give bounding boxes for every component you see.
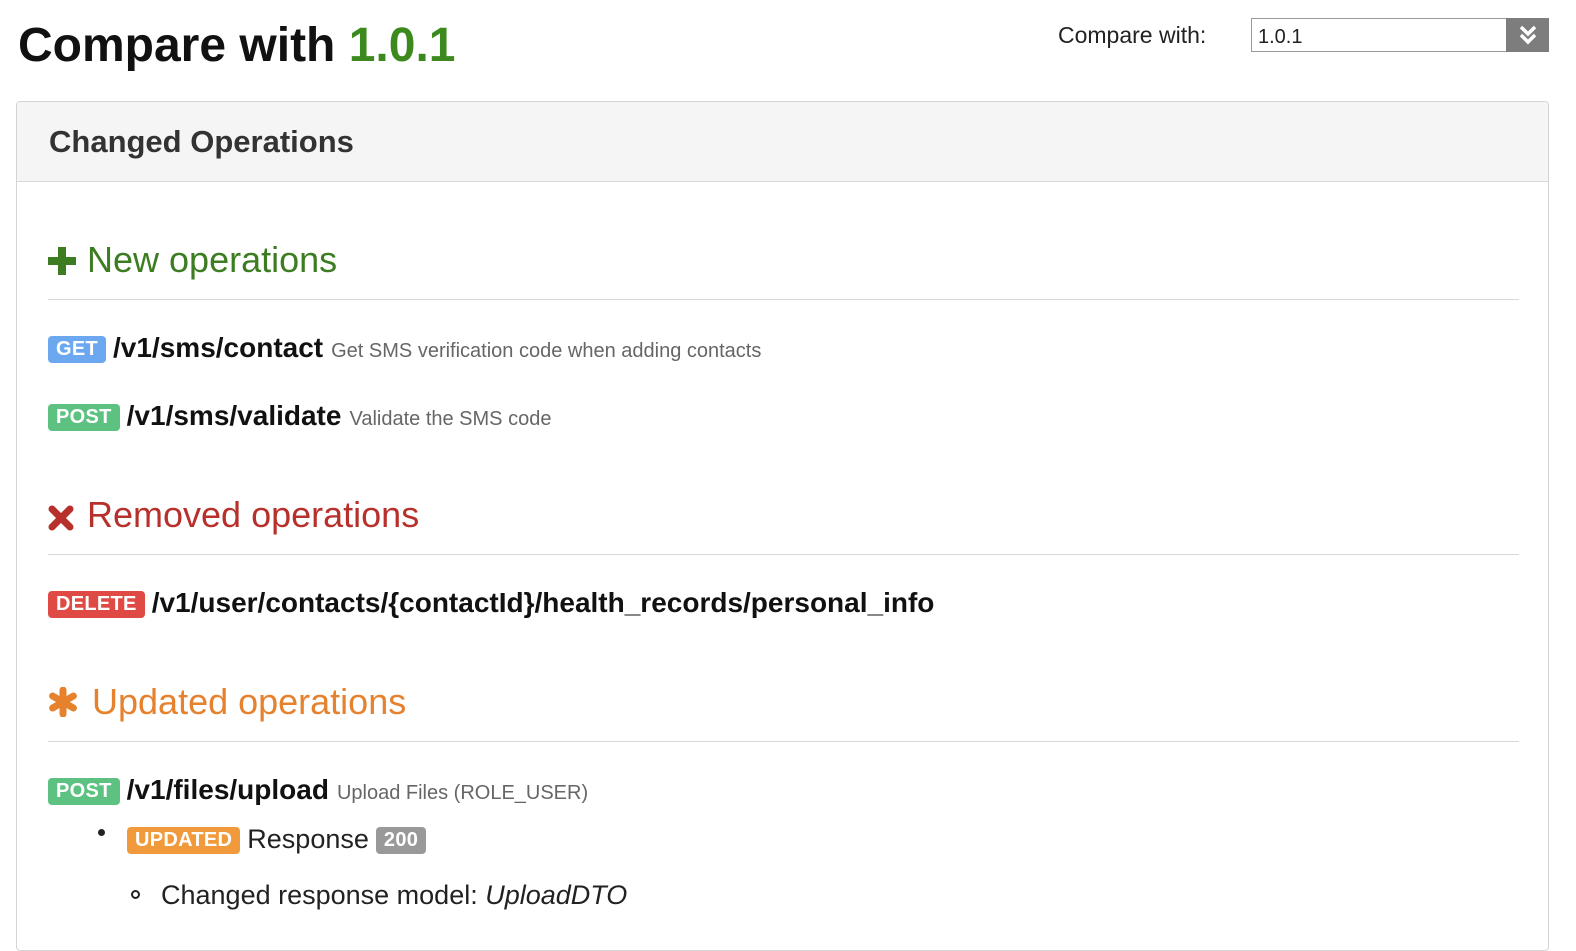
change-detail: Changed response model: UploadDTO: [161, 880, 627, 911]
panel-header: Changed Operations: [17, 102, 1548, 182]
section-title: Updated operations: [92, 681, 407, 722]
change-item: UPDATED Response 200: [127, 824, 427, 856]
asterisk-icon: [48, 686, 78, 722]
compare-version-select[interactable]: 1.0.1: [1251, 18, 1549, 52]
page-title-prefix: Compare with: [18, 19, 336, 72]
list-bullet: [98, 829, 105, 836]
operation-description: Upload Files (ROLE_USER): [336, 782, 589, 804]
method-badge-post: POST: [48, 404, 120, 431]
compare-with-label: Compare with:: [1058, 22, 1207, 48]
operation-description: Get SMS verification code when adding co…: [331, 340, 762, 362]
operation-row[interactable]: POST /v1/files/upload Upload Files (ROLE…: [48, 774, 588, 807]
plus-icon: [48, 247, 76, 280]
section-title: Removed operations: [87, 494, 420, 535]
section-new-operations: New operations: [48, 237, 1519, 300]
status-code-badge: 200: [375, 827, 427, 854]
section-removed-operations: Removed operations: [48, 492, 1519, 555]
operation-row[interactable]: GET /v1/sms/contact Get SMS verification…: [48, 332, 761, 365]
operation-description: Validate the SMS code: [349, 408, 552, 430]
cross-icon: [48, 505, 74, 536]
change-label: Response: [247, 824, 369, 854]
method-badge-get: GET: [48, 336, 107, 363]
response-model-name: UploadDTO: [485, 880, 628, 910]
chevron-double-down-icon[interactable]: [1506, 18, 1549, 52]
section-title: New operations: [87, 239, 338, 280]
operation-path[interactable]: /v1/files/upload: [127, 774, 329, 806]
list-bullet-circle: [131, 890, 140, 899]
operation-row[interactable]: POST /v1/sms/validate Validate the SMS c…: [48, 400, 551, 433]
method-badge-delete: DELETE: [48, 591, 145, 618]
operation-path[interactable]: /v1/sms/validate: [127, 400, 342, 432]
operation-path[interactable]: /v1/sms/contact: [113, 332, 323, 364]
section-updated-operations: Updated operations: [48, 679, 1519, 742]
method-badge-post: POST: [48, 778, 120, 805]
updated-badge: UPDATED: [127, 827, 241, 854]
change-detail-text: Changed response model:: [161, 880, 478, 910]
operation-path[interactable]: /v1/user/contacts/{contactId}/health_rec…: [152, 587, 935, 619]
compare-version-value: 1.0.1: [1258, 26, 1303, 48]
panel-title: Changed Operations: [49, 124, 354, 159]
page-title: Compare with 1.0.1: [18, 18, 455, 73]
changed-operations-panel: Changed Operations New operations GET /v…: [16, 101, 1549, 951]
operation-row[interactable]: DELETE /v1/user/contacts/{contactId}/hea…: [48, 587, 934, 620]
page-title-version: 1.0.1: [348, 19, 456, 72]
